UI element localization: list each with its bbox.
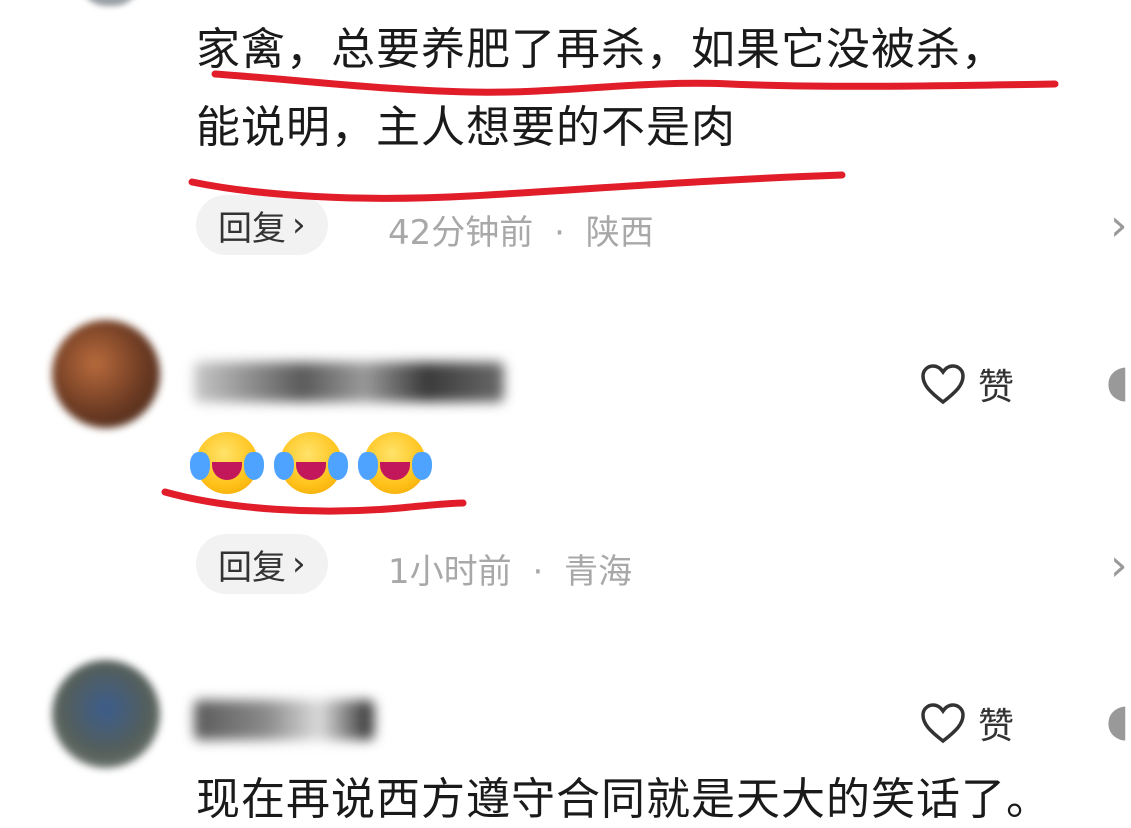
location: 青海 <box>564 552 633 592</box>
reply-button[interactable]: 回复 › <box>196 195 328 255</box>
partial-icon: › <box>1110 200 1128 251</box>
partial-icon: ｜ <box>1110 30 1131 94</box>
rolling-laughing-emoji <box>358 432 426 494</box>
like-button[interactable]: 赞 <box>920 358 1014 410</box>
like-label: 赞 <box>978 706 1015 747</box>
rolling-laughing-emoji <box>274 432 342 494</box>
comment-1-text-line-1: 家禽，总要养肥了再杀，如果它没被杀， <box>196 24 1006 75</box>
partial-icon: ◖ <box>1106 356 1130 407</box>
reply-label: 回复 <box>218 547 286 588</box>
separator: · <box>532 552 544 592</box>
like-label: 赞 <box>978 367 1015 408</box>
rolling-laughing-emoji <box>190 432 258 494</box>
like-button[interactable]: 赞 <box>920 697 1014 749</box>
separator: · <box>554 213 565 253</box>
timestamp: 1小时前 <box>388 552 512 592</box>
emoji-row <box>190 432 438 494</box>
partial-avatar <box>80 0 140 6</box>
avatar[interactable] <box>52 660 160 768</box>
reply-button[interactable]: 回复 › <box>196 534 328 594</box>
underline-stroke-3 <box>161 488 467 515</box>
comment-2-meta: 1小时前 · 青海 <box>388 544 632 593</box>
heart-outline-icon <box>921 703 965 744</box>
chevron-right-icon: › <box>292 544 306 584</box>
timestamp: 42分钟前 <box>388 213 534 253</box>
location: 陕西 <box>585 213 654 253</box>
heart-outline-icon <box>921 364 965 405</box>
comment-1-text-line-2: 能说明，主人想要的不是肉 <box>196 102 736 153</box>
username[interactable] <box>194 700 374 746</box>
avatar[interactable] <box>52 320 160 428</box>
partial-icon: ◖ <box>1106 695 1130 746</box>
username[interactable] <box>194 362 504 408</box>
partial-icon: › <box>1110 540 1128 591</box>
comment-1-meta: 42分钟前 · 陕西 <box>388 205 654 254</box>
reply-label: 回复 <box>218 208 286 249</box>
chevron-right-icon: › <box>292 205 306 245</box>
comment-3-text: 现在再说西方遵守合同就是天大的笑话了。 <box>196 774 1051 825</box>
